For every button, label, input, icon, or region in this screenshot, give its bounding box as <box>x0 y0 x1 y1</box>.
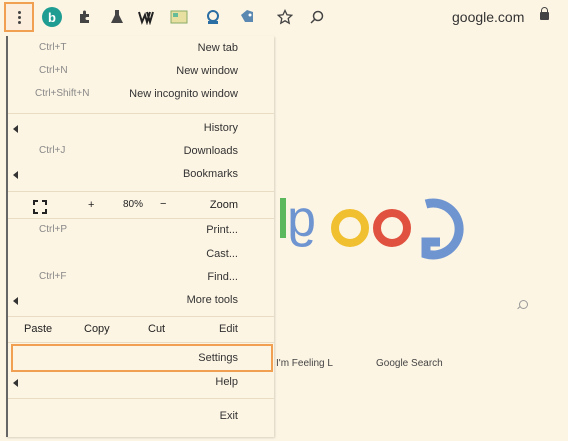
menu-item-exit[interactable]: Exit <box>8 410 274 430</box>
submenu-arrow-icon <box>13 171 18 179</box>
chrome-menu: Ctrl+T New tab Ctrl+N New window Ctrl+Sh… <box>6 36 274 437</box>
menu-item-new-tab[interactable]: Ctrl+T New tab <box>8 42 274 62</box>
puzzle-icon[interactable] <box>76 8 94 26</box>
shortcut: Ctrl+J <box>39 145 66 156</box>
tag-icon[interactable] <box>238 8 256 26</box>
shortcut: Ctrl+N <box>39 65 68 76</box>
menu-item-history[interactable]: History <box>8 122 274 142</box>
shortcut: Ctrl+P <box>39 224 68 235</box>
menu-divider <box>8 218 274 219</box>
menu-item-new-incognito[interactable]: Ctrl+Shift+N New incognito window <box>8 88 274 108</box>
menu-item-label: Find... <box>207 271 238 283</box>
menu-item-label: New incognito window <box>129 88 238 100</box>
google-logo: g <box>280 190 470 270</box>
google-search-button[interactable]: Google Search <box>376 358 443 369</box>
menu-item-find[interactable]: Ctrl+F Find... <box>8 271 274 291</box>
menu-item-label: Downloads <box>183 145 238 157</box>
shortcut: Ctrl+Shift+N <box>35 88 90 99</box>
profile-avatar[interactable]: b <box>42 7 62 27</box>
page-search-icon <box>519 300 528 309</box>
menu-divider <box>8 342 274 343</box>
menu-divider <box>8 191 274 192</box>
menu-item-label: Print... <box>206 224 238 236</box>
zoom-label: Zoom <box>209 199 238 211</box>
chrome-menu-button[interactable] <box>4 2 34 32</box>
menu-divider <box>8 316 274 317</box>
svg-text:g: g <box>287 190 316 248</box>
paste-button[interactable]: Paste <box>24 323 52 335</box>
submenu-arrow-icon <box>13 379 18 387</box>
menu-item-more-tools[interactable]: More tools <box>8 294 274 314</box>
menu-item-cast[interactable]: Cast... <box>8 248 274 268</box>
zoom-plus-button[interactable]: + <box>88 199 94 211</box>
edit-label: Edit <box>219 323 238 335</box>
zoom-row: + 80% − Zoom <box>8 198 274 218</box>
menu-item-label: History <box>203 122 238 134</box>
menu-divider <box>8 398 274 399</box>
menu-item-settings[interactable]: Settings <box>8 352 274 372</box>
download-icon[interactable] <box>204 8 222 26</box>
menu-item-label: Exit <box>219 410 238 422</box>
menu-item-downloads[interactable]: Ctrl+J Downloads <box>8 145 274 165</box>
search-icon[interactable] <box>308 8 326 26</box>
zoom-minus-button[interactable]: − <box>160 198 166 210</box>
menu-item-help[interactable]: Help <box>8 376 274 396</box>
menu-item-new-window[interactable]: Ctrl+N New window <box>8 65 274 85</box>
flask-icon[interactable] <box>108 8 126 26</box>
menu-item-bookmarks[interactable]: Bookmarks <box>8 168 274 188</box>
zoom-level: 80% <box>123 199 144 210</box>
fullscreen-icon[interactable] <box>33 200 47 214</box>
copy-button[interactable]: Copy <box>84 323 110 335</box>
menu-item-label: New tab <box>197 42 238 54</box>
menu-item-label: Cast... <box>206 248 238 260</box>
feeling-lucky-button[interactable]: I'm Feeling L <box>276 358 333 369</box>
menu-item-label: Bookmarks <box>182 168 238 180</box>
edit-row: Paste Copy Cut Edit <box>8 323 274 343</box>
shortcut: Ctrl+F <box>39 271 67 282</box>
shortcut: Ctrl+T <box>39 42 67 53</box>
menu-item-print[interactable]: Ctrl+P Print... <box>8 224 274 244</box>
star-icon[interactable] <box>276 8 294 26</box>
cut-button[interactable]: Cut <box>148 323 165 335</box>
image-icon[interactable] <box>170 8 188 26</box>
omnibox-url[interactable]: google.com <box>452 9 524 25</box>
menu-divider <box>8 113 274 114</box>
browser-toolbar: b google.com <box>0 0 568 36</box>
menu-item-label: New window <box>176 65 238 77</box>
more-vert-icon <box>17 10 21 24</box>
submenu-arrow-icon <box>13 125 18 133</box>
menu-item-label: More tools <box>186 294 238 306</box>
menu-item-label: Settings <box>198 352 238 364</box>
lock-icon[interactable] <box>540 7 549 20</box>
menu-item-label: Help <box>215 376 238 388</box>
w-icon[interactable] <box>138 8 156 26</box>
submenu-arrow-icon <box>13 297 18 305</box>
